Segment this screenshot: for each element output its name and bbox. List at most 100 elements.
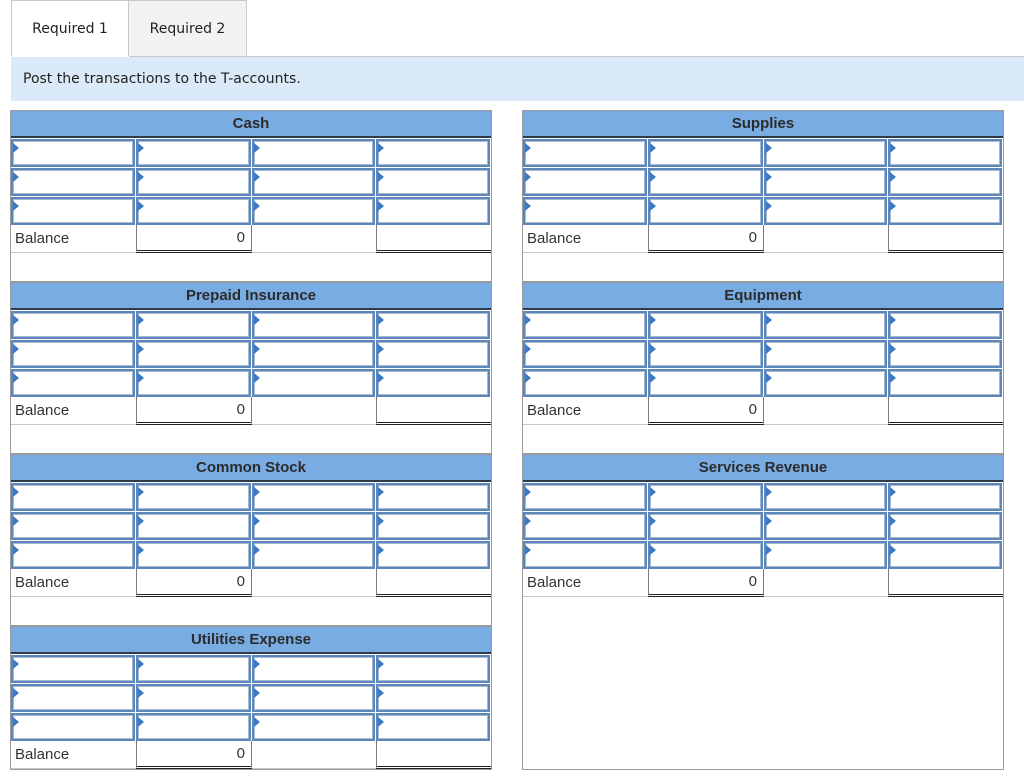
debit-description-input[interactable] <box>11 168 135 196</box>
credit-amount-input[interactable] <box>888 483 1002 511</box>
tab-required-2[interactable]: Required 2 <box>129 0 247 56</box>
debit-amount-input[interactable] <box>135 139 251 167</box>
credit-amount-input[interactable] <box>376 655 490 683</box>
debit-description-input[interactable] <box>11 541 135 569</box>
input-marker-icon <box>378 143 385 153</box>
credit-amount-input[interactable] <box>376 168 490 196</box>
credit-amount-input[interactable] <box>888 311 1002 339</box>
debit-description-input[interactable] <box>523 139 647 167</box>
credit-description-input[interactable] <box>251 168 376 196</box>
credit-description-input[interactable] <box>251 483 376 511</box>
debit-amount-input[interactable] <box>135 483 251 511</box>
credit-amount-input[interactable] <box>888 139 1002 167</box>
credit-amount-input[interactable] <box>888 541 1002 569</box>
debit-description-input[interactable] <box>523 483 647 511</box>
input-marker-icon <box>890 344 897 354</box>
balance-label: Balance <box>11 569 136 597</box>
credit-description-input[interactable] <box>251 340 376 368</box>
debit-description-input[interactable] <box>523 512 647 540</box>
balance-debit-value: 0 <box>648 225 764 253</box>
credit-amount-input[interactable] <box>376 684 490 712</box>
debit-description-input[interactable] <box>523 197 647 225</box>
input-marker-icon <box>649 143 656 153</box>
credit-amount-input[interactable] <box>376 713 490 741</box>
debit-amount-input[interactable] <box>135 541 251 569</box>
debit-description-input[interactable] <box>11 340 135 368</box>
debit-amount-input[interactable] <box>135 713 251 741</box>
input-marker-icon <box>378 373 385 383</box>
debit-amount-input[interactable] <box>647 512 763 540</box>
debit-amount-input[interactable] <box>135 168 251 196</box>
debit-amount-input[interactable] <box>135 311 251 339</box>
credit-description-input[interactable] <box>251 684 376 712</box>
debit-description-input[interactable] <box>11 655 135 683</box>
debit-amount-input[interactable] <box>135 512 251 540</box>
debit-description-input[interactable] <box>11 369 135 397</box>
debit-description-input[interactable] <box>523 340 647 368</box>
credit-amount-input[interactable] <box>888 168 1002 196</box>
debit-amount-input[interactable] <box>647 197 763 225</box>
account-separator <box>11 597 491 626</box>
credit-description-input[interactable] <box>763 139 888 167</box>
input-marker-icon <box>13 373 19 383</box>
input-marker-icon <box>13 172 19 182</box>
credit-amount-input[interactable] <box>376 139 490 167</box>
credit-description-input[interactable] <box>251 311 376 339</box>
debit-amount-input[interactable] <box>647 139 763 167</box>
credit-description-input[interactable] <box>251 655 376 683</box>
debit-description-input[interactable] <box>11 311 135 339</box>
debit-description-input[interactable] <box>523 168 647 196</box>
debit-description-input[interactable] <box>11 483 135 511</box>
debit-description-input[interactable] <box>11 197 135 225</box>
credit-description-input[interactable] <box>763 197 888 225</box>
debit-description-input[interactable] <box>11 512 135 540</box>
credit-amount-input[interactable] <box>376 311 490 339</box>
credit-description-input[interactable] <box>763 340 888 368</box>
debit-amount-input[interactable] <box>647 340 763 368</box>
credit-description-input[interactable] <box>251 512 376 540</box>
credit-amount-input[interactable] <box>376 340 490 368</box>
credit-description-input[interactable] <box>763 512 888 540</box>
credit-amount-input[interactable] <box>376 541 490 569</box>
debit-amount-input[interactable] <box>647 541 763 569</box>
input-marker-icon <box>649 344 656 354</box>
credit-amount-input[interactable] <box>888 197 1002 225</box>
debit-amount-input[interactable] <box>647 168 763 196</box>
debit-amount-input[interactable] <box>647 483 763 511</box>
debit-amount-input[interactable] <box>135 684 251 712</box>
credit-amount-input[interactable] <box>376 512 490 540</box>
debit-amount-input[interactable] <box>135 197 251 225</box>
credit-description-input[interactable] <box>251 713 376 741</box>
debit-description-input[interactable] <box>523 369 647 397</box>
input-marker-icon <box>13 545 19 555</box>
credit-amount-input[interactable] <box>888 340 1002 368</box>
credit-description-input[interactable] <box>251 197 376 225</box>
credit-amount-input[interactable] <box>376 197 490 225</box>
debit-description-input[interactable] <box>11 684 135 712</box>
credit-amount-input[interactable] <box>376 483 490 511</box>
credit-description-input[interactable] <box>763 168 888 196</box>
debit-amount-input[interactable] <box>135 655 251 683</box>
debit-amount-input[interactable] <box>135 340 251 368</box>
debit-amount-input[interactable] <box>135 369 251 397</box>
debit-amount-input[interactable] <box>647 369 763 397</box>
credit-description-input[interactable] <box>251 369 376 397</box>
credit-description-input[interactable] <box>763 483 888 511</box>
credit-description-input[interactable] <box>251 541 376 569</box>
credit-description-input[interactable] <box>763 311 888 339</box>
credit-description-input[interactable] <box>763 541 888 569</box>
input-marker-icon <box>525 516 531 526</box>
debit-description-input[interactable] <box>523 311 647 339</box>
credit-amount-input[interactable] <box>888 512 1002 540</box>
debit-description-input[interactable] <box>11 139 135 167</box>
credit-amount-input[interactable] <box>376 369 490 397</box>
debit-description-input[interactable] <box>523 541 647 569</box>
debit-description-input[interactable] <box>11 713 135 741</box>
credit-description-input[interactable] <box>763 369 888 397</box>
tab-required-1[interactable]: Required 1 <box>11 0 129 56</box>
credit-description-input[interactable] <box>251 139 376 167</box>
debit-amount-input[interactable] <box>647 311 763 339</box>
credit-amount-input[interactable] <box>888 369 1002 397</box>
input-marker-icon <box>378 201 385 211</box>
input-marker-icon <box>378 659 385 669</box>
